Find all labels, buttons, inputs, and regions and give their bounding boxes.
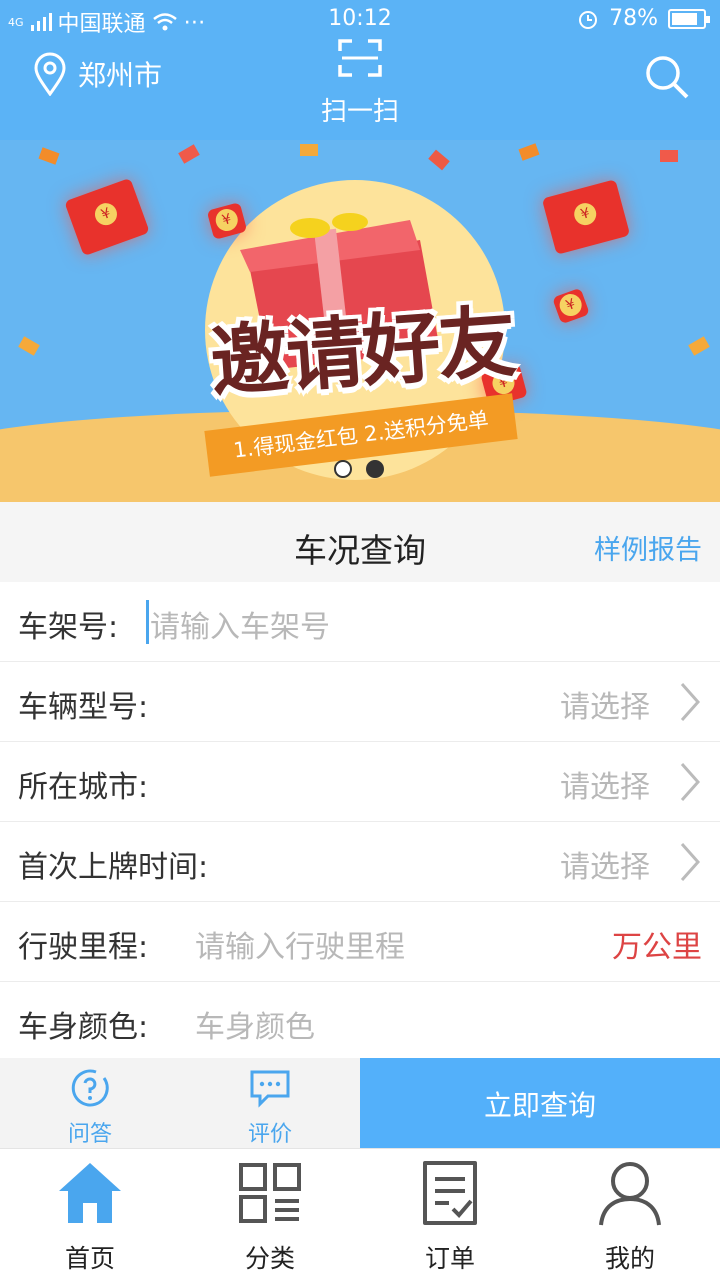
city-select[interactable]: 请选择 [560, 762, 650, 806]
confetti-decoration [688, 336, 710, 356]
mileage-input[interactable]: 请输入行驶里程 [195, 922, 405, 966]
tab-label: 分类 [244, 1244, 295, 1273]
body-color-label: 车身颜色: [18, 1010, 149, 1045]
chevron-right-icon [680, 843, 701, 881]
sample-report-link[interactable]: 样例报告 [594, 528, 702, 567]
scan-button[interactable]: 扫一扫 [300, 38, 420, 128]
qa-label: 问答 [67, 1122, 112, 1147]
mileage-label: 行驶里程: [18, 930, 149, 965]
top-bar: 郑州市 扫一扫 [0, 38, 720, 140]
tab-profile[interactable]: 我的 [540, 1149, 720, 1281]
registration-date-select[interactable]: 请选择 [560, 842, 650, 886]
tab-category[interactable]: 分类 [180, 1149, 360, 1281]
body-color-row[interactable]: 车身颜色: 车身颜色 [0, 982, 720, 1062]
search-button[interactable] [644, 54, 690, 104]
tab-label: 首页 [64, 1244, 115, 1273]
profile-icon [599, 1162, 661, 1226]
bottom-tab-bar: 首页 分类 订单 我的 [0, 1148, 720, 1280]
promo-banner[interactable]: 邀请好友 1.得现金红包 2.送积分免单 [0, 140, 720, 502]
red-envelope-icon [64, 177, 150, 257]
carousel-indicator [334, 460, 384, 478]
city-name: 郑州市 [78, 59, 163, 92]
chat-bubble-icon [250, 1070, 290, 1108]
confetti-decoration [300, 144, 318, 156]
order-icon [423, 1161, 477, 1225]
confetti-decoration [178, 144, 200, 164]
vehicle-model-row[interactable]: 车辆型号: 请选择 [0, 662, 720, 742]
tab-label: 我的 [604, 1244, 655, 1273]
chevron-right-icon [680, 683, 701, 721]
home-icon [59, 1163, 121, 1223]
location-selector[interactable]: 郑州市 [32, 52, 162, 96]
chevron-right-icon [680, 763, 701, 801]
mileage-unit: 万公里 [612, 930, 702, 965]
review-label: 评价 [247, 1122, 292, 1147]
carousel-dot[interactable] [334, 460, 352, 478]
tab-home[interactable]: 首页 [0, 1149, 180, 1281]
question-circle-icon [71, 1069, 109, 1107]
tab-label: 订单 [424, 1244, 475, 1273]
registration-date-row[interactable]: 首次上牌时间: 请选择 [0, 822, 720, 902]
confetti-decoration [18, 336, 40, 356]
scan-label: 扫一扫 [320, 97, 399, 127]
vehicle-model-label: 车辆型号: [18, 690, 149, 725]
status-bar: 4G 中国联通 ⋯ 10:12 78% [0, 0, 720, 38]
mileage-row[interactable]: 行驶里程: 请输入行驶里程 万公里 [0, 902, 720, 982]
red-envelope-icon [541, 179, 631, 255]
vin-input[interactable]: 请输入车架号 [150, 602, 330, 646]
tab-orders[interactable]: 订单 [360, 1149, 540, 1281]
body-color-input[interactable]: 车身颜色 [195, 1002, 315, 1046]
confetti-decoration [38, 147, 60, 165]
search-icon [646, 56, 689, 99]
query-section-header: 车况查询 样例报告 [0, 502, 720, 582]
scan-icon [338, 39, 382, 77]
alarm-icon [579, 10, 598, 29]
qa-button[interactable]: 问答 [0, 1058, 180, 1148]
confetti-decoration [518, 143, 540, 161]
action-bar: 问答 评价 立即查询 [0, 1058, 720, 1148]
category-grid-icon [239, 1163, 301, 1223]
confetti-decoration [660, 150, 678, 162]
red-envelope-icon [552, 287, 590, 325]
location-pin-icon [34, 52, 66, 96]
vin-row[interactable]: 车架号: 请输入车架号 [0, 582, 720, 662]
registration-date-label: 首次上牌时间: [18, 850, 209, 885]
review-button[interactable]: 评价 [180, 1058, 360, 1148]
text-cursor [146, 600, 149, 644]
carousel-dot-active[interactable] [366, 460, 384, 478]
battery-icon [668, 8, 710, 29]
vin-label: 车架号: [18, 610, 119, 645]
city-label: 所在城市: [18, 770, 149, 805]
city-row[interactable]: 所在城市: 请选择 [0, 742, 720, 822]
vehicle-model-select[interactable]: 请选择 [560, 682, 650, 726]
submit-query-button[interactable]: 立即查询 [360, 1058, 720, 1148]
confetti-decoration [428, 149, 450, 171]
battery-percent: 78% [609, 6, 658, 31]
